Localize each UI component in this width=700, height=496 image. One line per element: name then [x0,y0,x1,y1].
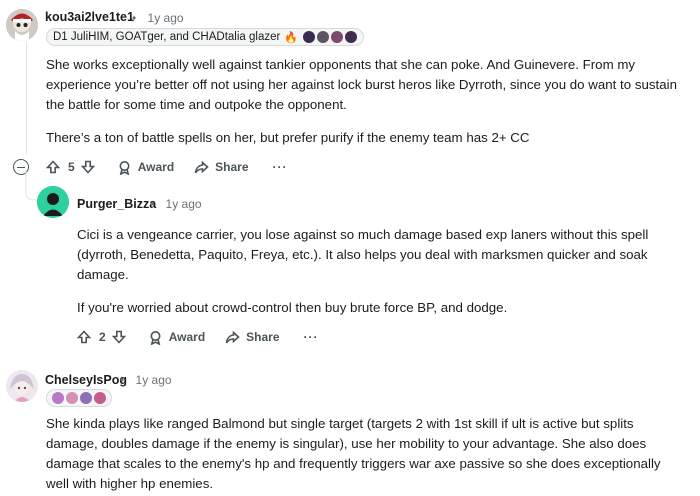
award-icon [119,160,130,175]
comment-body: Cici is a vengeance carrier, you lose ag… [77,225,687,331]
meta-separator: • [120,373,125,387]
comment-body: She works exceptionally well against tan… [46,55,686,161]
share-label: Share [246,330,280,344]
flair-emoji-icon [52,392,64,404]
share-icon [194,160,209,173]
flair-text: D1 JuliHIM, GOATger, and CHADtalia glaze… [53,31,281,43]
flair-emoji-icon [317,31,330,43]
share-label: Share [215,160,249,174]
comment-username[interactable]: kou3ai2lve1te1 [45,10,134,24]
comment-time: 1y ago [135,373,172,387]
avatar[interactable] [6,9,38,41]
downvote-button[interactable] [111,330,126,344]
comment-paragraph: If you're worried about crowd-control th… [77,300,508,315]
avatar[interactable] [6,370,38,402]
comment-meta: • 1y ago [132,11,184,25]
flair-emoji-icon [345,31,358,43]
comment-username[interactable]: ChelseyIsPog [45,373,127,387]
downvote-button[interactable] [80,160,95,174]
user-flair: D1 JuliHIM, GOATger, and CHADtalia glaze… [46,28,365,46]
user-flair [46,389,112,407]
flair-emoji-icon [80,392,92,404]
flair-emoji-icon [66,392,78,404]
avatar-image [6,370,38,402]
comment-username[interactable]: Purger_Bizza [77,197,156,211]
flair-emoji-icon [303,31,316,43]
share-button[interactable]: Share [194,160,249,175]
award-button[interactable]: Award [148,330,205,345]
more-options-button[interactable]: ··· [273,160,288,174]
meta-separator: • [150,197,155,211]
upvote-button[interactable] [46,160,60,174]
comment-paragraph: There’s a ton of battle spells on her, b… [46,130,530,145]
award-label: Award [137,160,175,174]
comment-paragraph: Cici is a vengeance carrier, you lose ag… [77,227,649,282]
meta-separator: • [132,11,137,25]
more-options-icon: ··· [272,160,288,174]
flair-emoji-icon [94,392,106,404]
upvote-icon [77,330,91,344]
comment-actions: 2 Award Share ··· [77,329,319,345]
upvote-button[interactable] [77,330,91,344]
upvote-icon [46,160,60,174]
comment-paragraph: She kinda plays like ranged Balmond but … [46,416,661,491]
comment-meta: • 1y ago [150,197,202,211]
avatar[interactable] [37,186,69,218]
fire-emoji: 🔥 [284,31,299,44]
award-label: Award [168,330,206,344]
flair-emoji-icon [331,31,344,43]
share-button[interactable]: Share [225,330,280,345]
avatar-image [6,9,38,41]
downvote-icon [111,330,126,344]
share-icon [225,330,240,343]
comment-time: 1y ago [165,197,202,211]
comment-meta: • 1y ago [120,373,172,387]
avatar-image [37,186,69,218]
comment-time: 1y ago [147,11,184,25]
award-button[interactable]: Award [117,160,174,175]
thread-line [26,42,27,154]
more-options-icon: ··· [303,330,319,344]
downvote-icon [80,160,95,174]
vote-count: 5 [68,160,75,174]
vote-count: 2 [99,330,106,344]
award-icon [150,330,161,345]
comment-paragraph: She works exceptionally well against tan… [46,57,677,112]
comment-body: She kinda plays like ranged Balmond but … [46,414,686,496]
more-options-button[interactable]: ··· [304,330,319,344]
comment-actions: 5 Award Share ··· [46,159,288,175]
